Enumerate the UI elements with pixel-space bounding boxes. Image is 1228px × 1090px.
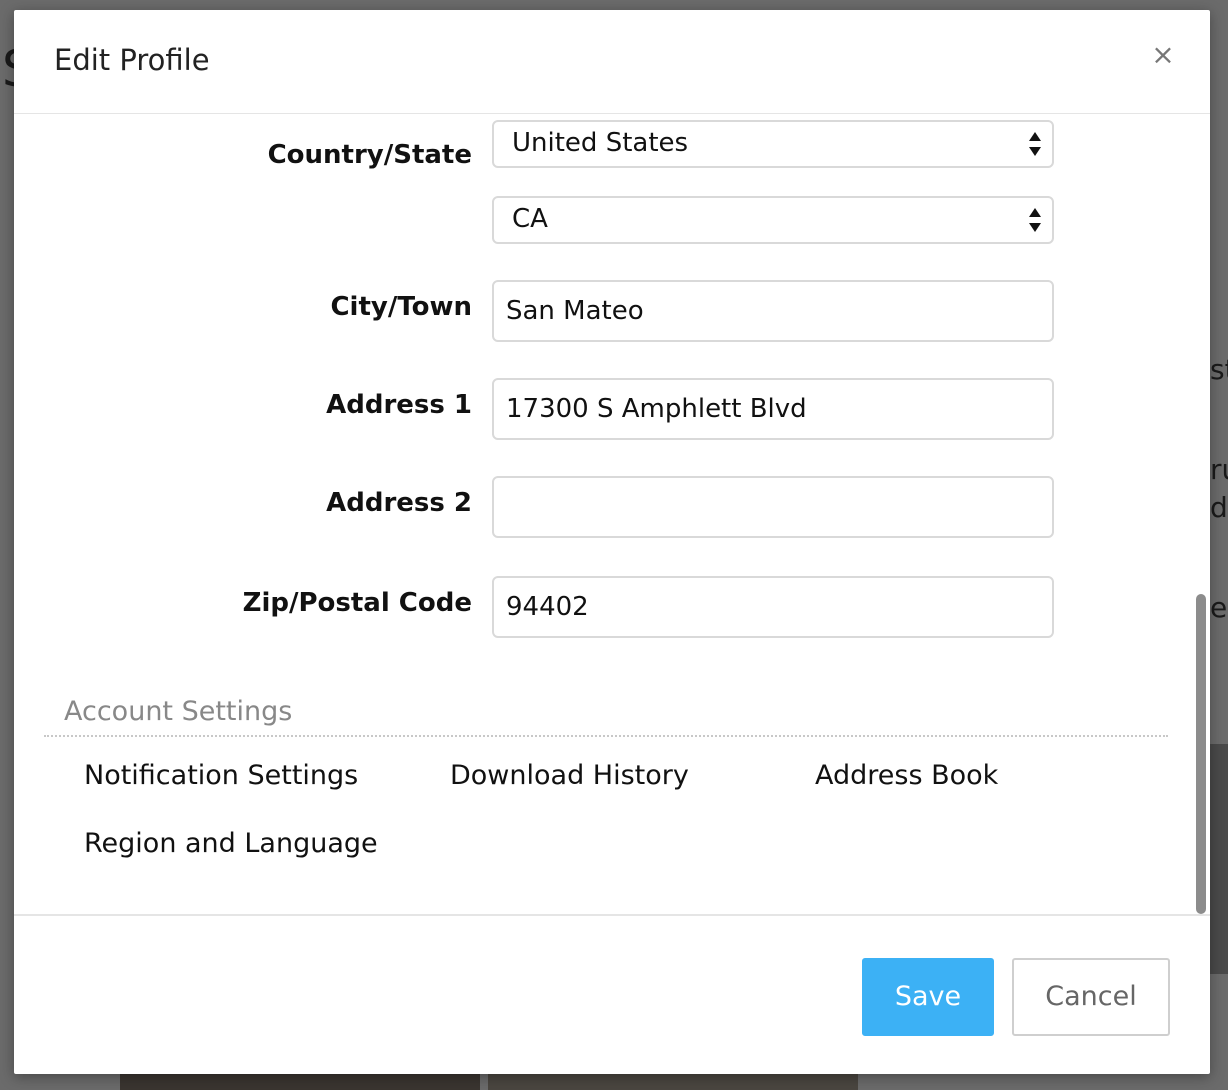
address1-field[interactable]	[492, 378, 1054, 440]
select-arrows-icon	[1029, 208, 1041, 232]
background-text-fragment: d	[1210, 491, 1228, 524]
address2-field[interactable]	[492, 476, 1054, 538]
notification-settings-link[interactable]: Notification Settings	[84, 760, 358, 791]
background-text-fragment: ru	[1210, 453, 1228, 486]
section-divider	[44, 735, 1168, 737]
modal-footer: Save Cancel	[14, 914, 1210, 1074]
zip-label: Zip/Postal Code	[242, 588, 472, 618]
edit-profile-modal: Edit Profile × Country/State United Stat…	[14, 10, 1210, 1074]
modal-title: Edit Profile	[54, 43, 210, 77]
region-language-link[interactable]: Region and Language	[84, 828, 378, 859]
address2-label: Address 2	[326, 488, 472, 518]
background-panel	[1210, 744, 1228, 974]
background-photo	[488, 1074, 858, 1090]
country-state-label: Country/State	[267, 140, 472, 170]
close-icon[interactable]: ×	[1150, 40, 1176, 70]
account-settings-title: Account Settings	[64, 696, 293, 727]
background-text-fragment: st	[1210, 353, 1228, 386]
cancel-button[interactable]: Cancel	[1012, 958, 1170, 1036]
download-history-link[interactable]: Download History	[450, 760, 689, 791]
zip-field[interactable]	[492, 576, 1054, 638]
country-select[interactable]: United States	[492, 120, 1054, 168]
city-label: City/Town	[330, 292, 472, 322]
country-select-value: United States	[512, 128, 689, 158]
address-book-link[interactable]: Address Book	[815, 760, 998, 791]
background-text-fragment: e	[1210, 591, 1228, 624]
select-arrows-icon	[1029, 132, 1041, 156]
save-button[interactable]: Save	[862, 958, 994, 1036]
address1-label: Address 1	[326, 390, 472, 420]
modal-body[interactable]: Country/State United States CA City/Town…	[14, 114, 1210, 914]
modal-header: Edit Profile ×	[14, 10, 1210, 114]
scrollbar-thumb[interactable]	[1196, 594, 1206, 914]
background-photo	[120, 1074, 480, 1090]
state-select-value: CA	[512, 204, 548, 234]
state-select[interactable]: CA	[492, 196, 1054, 244]
city-field[interactable]	[492, 280, 1054, 342]
